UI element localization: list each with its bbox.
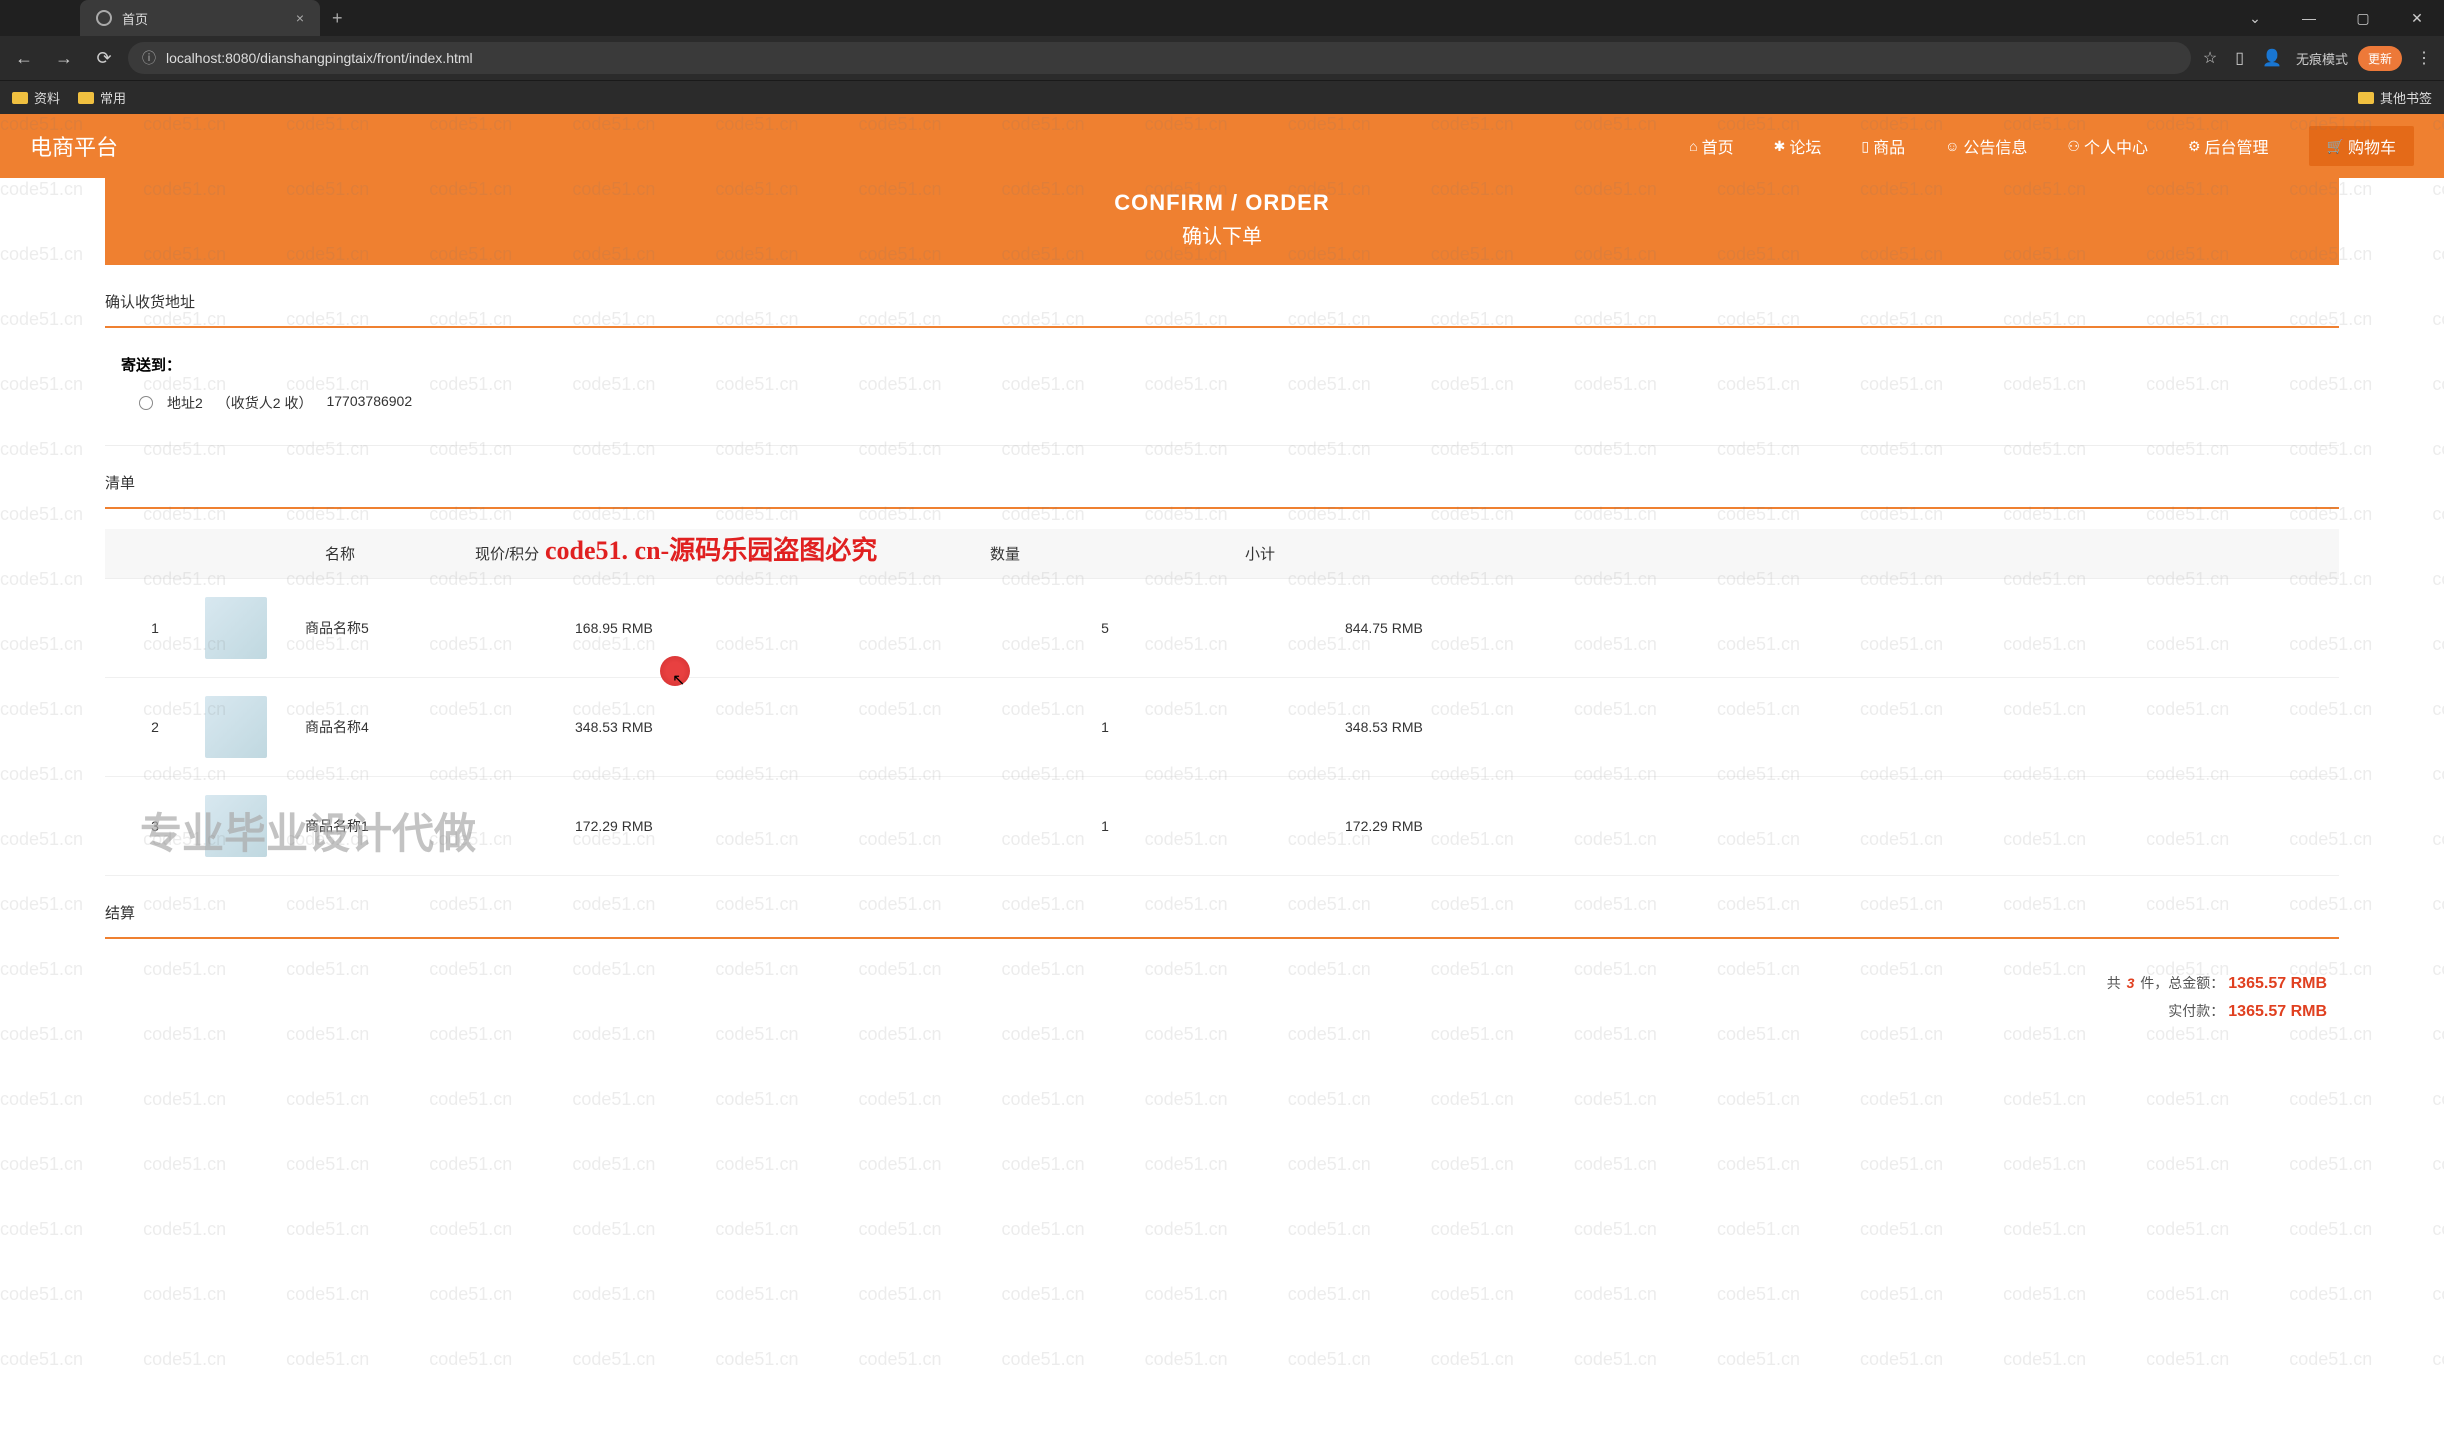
home-icon: ⌂ [1689, 138, 1697, 154]
cart-icon: 🛒 [2327, 138, 2344, 155]
nav-profile[interactable]: ⚇个人中心 [2067, 134, 2148, 158]
divider [105, 326, 2339, 328]
bookmark-folder-2[interactable]: 常用 [78, 88, 126, 107]
reload-button[interactable]: ⟳ [88, 42, 120, 74]
table-header: 名称 现价/积分 数量 小计 [105, 529, 2339, 579]
new-tab-button[interactable]: + [320, 8, 355, 29]
back-button[interactable]: ← [8, 42, 40, 74]
forum-icon: ✱ [1774, 138, 1786, 155]
minimize-button[interactable]: ― [2286, 2, 2332, 34]
announce-icon: ☺ [1945, 138, 1959, 154]
pay-line: 实付款：1365.57 RMB [105, 997, 2339, 1025]
incognito-icon: 👤 [2258, 44, 2286, 72]
nav-admin[interactable]: ⚙后台管理 [2188, 134, 2269, 158]
bookmark-folder-1[interactable]: 资料 [12, 88, 60, 107]
list-section-title: 清单 [105, 446, 2339, 507]
total-line: 共 3 件，总金额：1365.57 RMB [105, 969, 2339, 997]
site-header: 电商平台 ⌂首页 ✱论坛 ▯商品 ☺公告信息 ⚇个人中心 ⚙后台管理 🛒购物车 [0, 114, 2444, 178]
folder-icon [12, 92, 28, 104]
close-icon[interactable]: × [296, 10, 304, 26]
product-image [205, 696, 267, 758]
send-to-label: 寄送到： [105, 348, 2339, 381]
close-window-button[interactable]: ✕ [2394, 2, 2440, 34]
nav-home[interactable]: ⌂首页 [1689, 134, 1733, 158]
nav-forum[interactable]: ✱论坛 [1774, 134, 1822, 158]
product-qty: 5 [955, 620, 1255, 636]
folder-icon [2358, 92, 2374, 104]
product-icon: ▯ [1861, 138, 1869, 155]
divider [105, 937, 2339, 939]
product-image [205, 795, 267, 857]
info-icon: ⓘ [142, 48, 156, 68]
product-image [205, 597, 267, 659]
browser-tab[interactable]: 首页 × [80, 0, 320, 36]
banner-title-en: CONFIRM / ORDER [105, 190, 2339, 216]
main-nav: ⌂首页 ✱论坛 ▯商品 ☺公告信息 ⚇个人中心 ⚙后台管理 🛒购物车 [1689, 126, 2414, 166]
table-row: 3 商品名称1 172.29 RMB 1 172.29 RMB [105, 777, 2339, 876]
folder-icon [78, 92, 94, 104]
user-icon: ⚇ [2067, 138, 2080, 155]
address-section-title: 确认收货地址 [105, 265, 2339, 326]
tab-title: 首页 [122, 9, 286, 28]
address-text: 地址2 （收货人2 收） 17703786902 [167, 393, 412, 413]
chevron-down-icon[interactable]: ⌄ [2232, 2, 2278, 34]
th-name: 名称 [105, 543, 475, 564]
row-index: 3 [105, 818, 205, 834]
th-subtotal: 小计 [1155, 543, 2339, 564]
table-row: 2 商品名称4 348.53 RMB 1 348.53 RMB [105, 678, 2339, 777]
product-price: 348.53 RMB [575, 719, 955, 735]
url-bar: ← → ⟳ ⓘ localhost:8080/dianshangpingtaix… [0, 36, 2444, 80]
row-index: 1 [105, 620, 205, 636]
table-row: 1 商品名称5 168.95 RMB 5 844.75 RMB [105, 579, 2339, 678]
forward-button[interactable]: → [48, 42, 80, 74]
address-option[interactable]: 地址2 （收货人2 收） 17703786902 [105, 381, 2339, 425]
product-name: 商品名称5 [295, 618, 575, 638]
menu-icon[interactable]: ⋮ [2412, 44, 2436, 72]
nav-products[interactable]: ▯商品 [1861, 134, 1905, 158]
row-index: 2 [105, 719, 205, 735]
browser-chrome: 首页 × + ⌄ ― ▢ ✕ ← → ⟳ ⓘ localhost:8080/di… [0, 0, 2444, 114]
settlement-title: 结算 [105, 876, 2339, 937]
product-subtotal: 172.29 RMB [1255, 818, 2339, 834]
incognito-label: 无痕模式 [2296, 49, 2348, 68]
address-bar[interactable]: ⓘ localhost:8080/dianshangpingtaix/front… [128, 42, 2191, 74]
product-name: 商品名称4 [295, 717, 575, 737]
product-subtotal: 844.75 RMB [1255, 620, 2339, 636]
nav-announcements[interactable]: ☺公告信息 [1945, 134, 2027, 158]
radio-button[interactable] [139, 396, 153, 410]
product-name: 商品名称1 [295, 816, 575, 836]
nav-cart[interactable]: 🛒购物车 [2309, 126, 2414, 166]
product-price: 172.29 RMB [575, 818, 955, 834]
divider [105, 507, 2339, 509]
banner-title-cn: 确认下单 [105, 220, 2339, 249]
confirm-order-banner: CONFIRM / ORDER 确认下单 [105, 178, 2339, 265]
gear-icon: ⚙ [2188, 138, 2201, 155]
site-logo[interactable]: 电商平台 [30, 130, 118, 162]
page-viewport: 电商平台 ⌂首页 ✱论坛 ▯商品 ☺公告信息 ⚇个人中心 ⚙后台管理 🛒购物车 … [0, 114, 2444, 1440]
url-text: localhost:8080/dianshangpingtaix/front/i… [166, 50, 473, 66]
product-qty: 1 [955, 719, 1255, 735]
window-controls: ⌄ ― ▢ ✕ [2232, 2, 2444, 34]
maximize-button[interactable]: ▢ [2340, 2, 2386, 34]
star-icon[interactable]: ☆ [2199, 44, 2221, 72]
product-price: 168.95 RMB [575, 620, 955, 636]
bookmark-bar: 资料 常用 其他书签 [0, 80, 2444, 114]
extension-icon[interactable]: ▯ [2231, 44, 2248, 72]
th-qty: 数量 [855, 543, 1155, 564]
other-bookmarks[interactable]: 其他书签 [2358, 88, 2432, 107]
tab-bar: 首页 × + ⌄ ― ▢ ✕ [0, 0, 2444, 36]
settlement: 共 3 件，总金额：1365.57 RMB 实付款：1365.57 RMB [105, 959, 2339, 1035]
product-subtotal: 348.53 RMB [1255, 719, 2339, 735]
product-qty: 1 [955, 818, 1255, 834]
globe-icon [96, 10, 112, 26]
update-badge[interactable]: 更新 [2358, 46, 2402, 71]
th-price: 现价/积分 [475, 543, 855, 564]
